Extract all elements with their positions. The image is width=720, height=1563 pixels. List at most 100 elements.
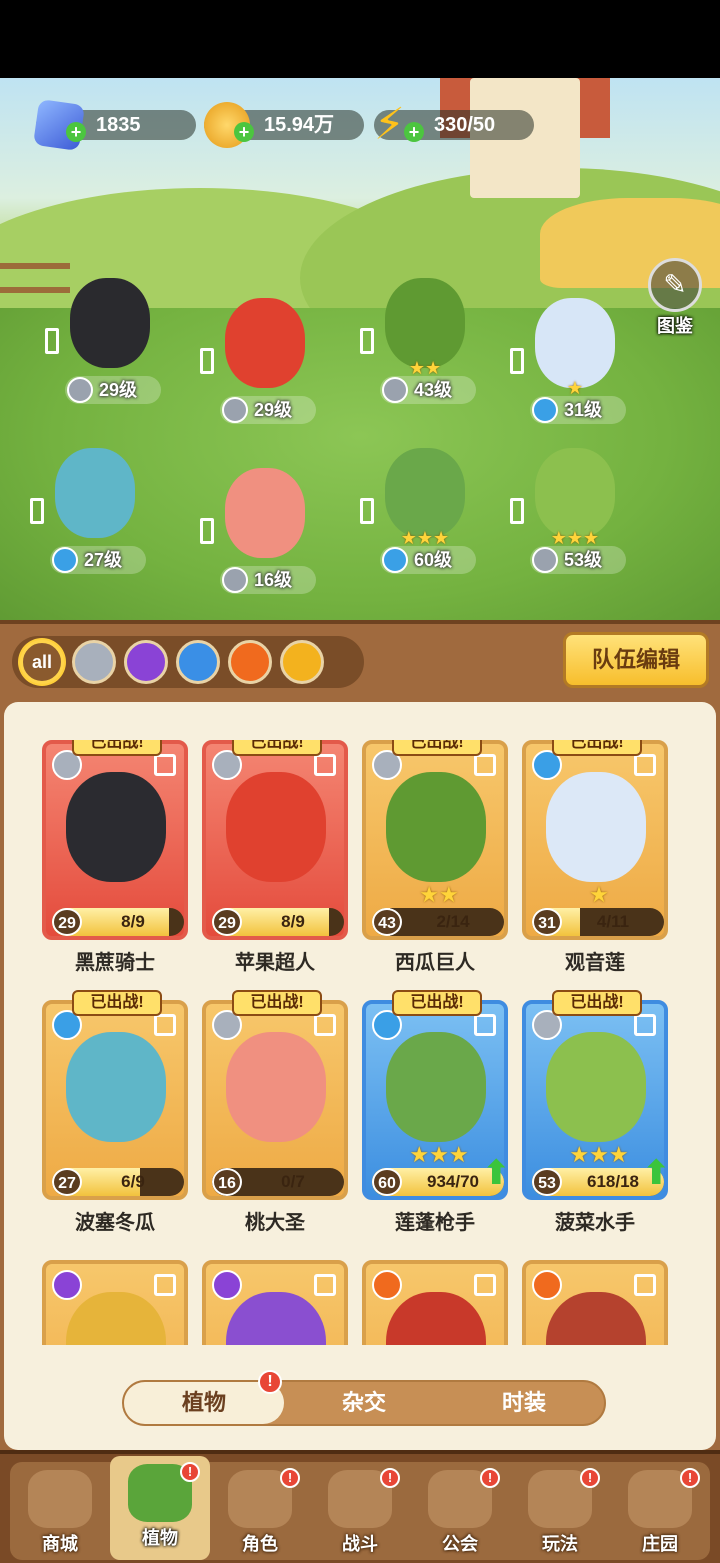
card-frame	[362, 1260, 508, 1345]
plant-type-icon	[474, 1274, 496, 1296]
card-frame	[522, 1260, 668, 1345]
card-frame: 29 8/9	[42, 740, 188, 940]
plant-figure	[225, 298, 305, 388]
card-frame: ★★★ 60 934/70	[362, 1000, 508, 1200]
nav-character[interactable]: 角色!	[210, 1462, 310, 1560]
plant-name: 西瓜巨人	[395, 952, 475, 974]
potion-icon	[52, 1270, 82, 1300]
nav-shop[interactable]: 商城	[10, 1462, 110, 1560]
plant-card[interactable]: ★ 31 4/11 已出战! 观音莲	[522, 740, 668, 974]
field-plant[interactable]: 16级	[200, 458, 330, 608]
plant-card[interactable]: 29 8/9 已出战! 苹果超人	[202, 740, 348, 974]
team-edit-button[interactable]: 队伍编辑	[563, 632, 709, 688]
tab-fashion[interactable]: 时装	[444, 1382, 604, 1424]
level-text: 43级	[414, 380, 453, 400]
water-icon	[382, 547, 408, 573]
plant-type-icon	[634, 1274, 656, 1296]
plant-figure	[225, 468, 305, 558]
plant-type-icon	[154, 754, 176, 776]
card-frame	[42, 1260, 188, 1345]
field-plant[interactable]: ★★★ 60级	[360, 438, 490, 588]
filter-blade-button[interactable]	[72, 640, 116, 684]
tab-hybrid[interactable]: 杂交	[284, 1382, 444, 1424]
plant-card[interactable]	[362, 1260, 508, 1345]
alert-badge: !	[180, 1462, 200, 1482]
field-plant[interactable]: ★★★ 53级	[510, 438, 640, 588]
plant-portrait	[386, 772, 486, 882]
level-badge: 16级	[220, 566, 316, 594]
plant-card[interactable]	[42, 1260, 188, 1345]
plant-card[interactable]: ★★ 43 2/14 已出战! 西瓜巨人	[362, 740, 508, 974]
add-energy-icon[interactable]: +	[404, 122, 424, 142]
filter-fire-button[interactable]	[228, 640, 272, 684]
card-level: 27	[52, 1168, 82, 1196]
fragment-count: 618/18	[587, 1172, 639, 1191]
plant-figure	[70, 278, 150, 368]
level-text: 53级	[564, 550, 603, 570]
codex-button[interactable]: ✎ 图鉴	[644, 258, 706, 336]
nav-guild[interactable]: 公会!	[410, 1462, 510, 1560]
level-badge: 60级	[380, 546, 476, 574]
plant-portrait	[546, 1292, 646, 1345]
plant-portrait	[386, 1032, 486, 1142]
level-badge: 29级	[220, 396, 316, 424]
plant-type-icon	[154, 1014, 176, 1036]
category-tabs: 植物 ! 杂交 时装	[122, 1370, 606, 1426]
plant-card[interactable]	[202, 1260, 348, 1345]
card-frame: 16 0/7	[202, 1000, 348, 1200]
field-plant[interactable]: ★★ 43级	[360, 268, 490, 418]
nav-manor[interactable]: 庄园!	[610, 1462, 710, 1560]
filter-thunder-button[interactable]	[280, 640, 324, 684]
plant-card[interactable]: ★★★ 60 934/70 已出战! ⬆ 莲蓬枪手	[362, 990, 511, 1234]
alert-badge: !	[380, 1468, 400, 1488]
add-gem-icon[interactable]: +	[66, 122, 86, 142]
plant-name: 黑蔗骑士	[75, 952, 155, 974]
level-badge: 53级	[530, 546, 626, 574]
energy-counter[interactable]: + 330/50	[374, 110, 534, 142]
plant-type-icon	[510, 348, 524, 374]
level-text: 29级	[254, 400, 293, 420]
tab-plants-label: 植物	[181, 1390, 226, 1415]
card-level: 16	[212, 1168, 242, 1196]
field-plant[interactable]: 29级	[45, 268, 175, 418]
nav-gameplay[interactable]: 玩法!	[510, 1462, 610, 1560]
coin-counter[interactable]: + 15.94万	[204, 102, 364, 148]
card-level: 29	[52, 908, 82, 936]
plant-card[interactable]: 16 0/7 已出战! 桃大圣	[202, 990, 348, 1234]
filter-water-button[interactable]	[176, 640, 220, 684]
field-plant[interactable]: 29级	[200, 288, 330, 438]
field-plant[interactable]: ★ 31级	[510, 288, 640, 438]
plant-card[interactable]: 27 6/9 已出战! 波塞冬瓜	[42, 990, 188, 1234]
level-text: 29级	[99, 380, 138, 400]
add-coin-icon[interactable]: +	[234, 122, 254, 142]
plant-type-icon	[314, 1014, 336, 1036]
plant-portrait	[386, 1292, 486, 1345]
filter-potion-button[interactable]	[124, 640, 168, 684]
deployed-badge: 已出战!	[392, 990, 482, 1016]
plant-type-icon	[200, 518, 214, 544]
gem-counter[interactable]: + 1835	[33, 99, 196, 151]
plant-name: 桃大圣	[245, 1212, 305, 1234]
nav-plants[interactable]: 植物!	[110, 1456, 210, 1560]
plant-card[interactable]: 29 8/9 已出战! 黑蔗骑士	[42, 740, 188, 974]
plant-card[interactable]: ★★★ 53 618/18 已出战! ⬆ 菠菜水手	[522, 990, 671, 1234]
star-rating: ★	[589, 882, 609, 907]
level-text: 27级	[84, 550, 123, 570]
plant-card[interactable]	[522, 1260, 668, 1345]
card-frame: 27 6/9	[42, 1000, 188, 1200]
alert-badge: !	[258, 1370, 282, 1394]
plant-type-icon	[200, 348, 214, 374]
tab-plants[interactable]: 植物 !	[124, 1370, 284, 1424]
fragment-count: 934/70	[427, 1172, 479, 1191]
level-text: 60级	[414, 550, 453, 570]
nav-label: 公会	[442, 1534, 478, 1554]
alert-badge: !	[480, 1468, 500, 1488]
field-plant[interactable]: 27级	[30, 438, 160, 588]
card-frame: 29 8/9	[202, 740, 348, 940]
nav-battle[interactable]: 战斗!	[310, 1462, 410, 1560]
level-text: 31级	[564, 400, 603, 420]
nav-label: 角色	[242, 1534, 278, 1554]
plant-type-icon	[634, 1014, 656, 1036]
plant-name: 波塞冬瓜	[75, 1212, 155, 1234]
filter-all-button[interactable]: all	[20, 640, 64, 684]
